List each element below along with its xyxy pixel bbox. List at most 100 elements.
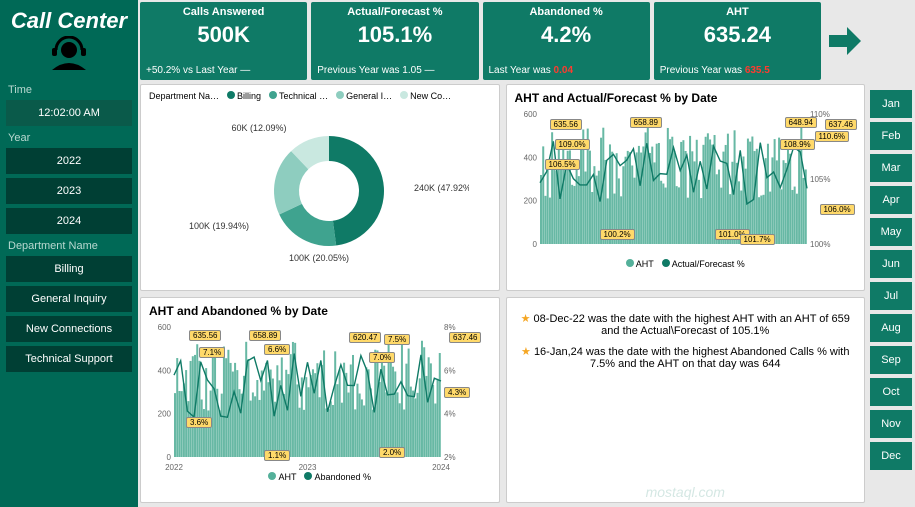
dept-button-general[interactable]: General Inquiry — [6, 286, 132, 312]
combo-chart-svg: 02004006002%4%6%8%202220232024 — [149, 322, 469, 472]
watermark: mostaql.com — [646, 484, 725, 500]
sidebar: Call Center Time 12:02:00 AM Year 2022 2… — [0, 0, 138, 507]
svg-text:8%: 8% — [444, 323, 456, 332]
combo2-legend: AHT Abandoned % — [149, 472, 491, 482]
month-button-jul[interactable]: Jul — [870, 282, 912, 310]
data-callout: 7.0% — [369, 352, 395, 363]
aht-abandoned-chart: 02004006002%4%6%8%202220232024 635.567.1… — [149, 322, 491, 472]
next-page-arrow[interactable] — [825, 2, 865, 80]
year-button-2023[interactable]: 2023 — [6, 178, 132, 204]
headset-icon — [44, 36, 94, 72]
data-callout: 108.9% — [780, 139, 815, 150]
svg-text:240K (47.92%): 240K (47.92%) — [414, 183, 469, 193]
data-callout: 101.7% — [740, 234, 775, 245]
data-callout: 4.3% — [444, 387, 470, 398]
data-callout: 2.0% — [379, 447, 405, 458]
svg-text:2022: 2022 — [165, 463, 183, 472]
data-callout: 7.5% — [384, 334, 410, 345]
kpi-calls-answered: Calls Answered 500K +50.2% vs Last Year … — [140, 2, 307, 80]
data-callout: 7.1% — [199, 347, 225, 358]
kpi-label: Abandoned % — [529, 6, 602, 18]
star-icon: ★ — [521, 346, 531, 358]
main-area: Calls Answered 500K +50.2% vs Last Year … — [138, 0, 867, 507]
data-callout: 109.0% — [555, 139, 590, 150]
svg-text:600: 600 — [523, 110, 537, 119]
month-button-oct[interactable]: Oct — [870, 378, 912, 406]
aht-forecast-card[interactable]: AHT and Actual/Forecast % by Date 020040… — [506, 84, 866, 291]
data-callout: 106.5% — [545, 159, 580, 170]
svg-text:100K (20.05%): 100K (20.05%) — [289, 253, 349, 263]
month-button-jun[interactable]: Jun — [870, 250, 912, 278]
dept-button-techsupport[interactable]: Technical Support — [6, 346, 132, 372]
insight-line: ★ 08-Dec-22 was the date with the highes… — [521, 312, 851, 337]
month-button-nov[interactable]: Nov — [870, 410, 912, 438]
donut-legend: Department Na… Billing Technical … Gener… — [149, 91, 491, 101]
svg-text:4%: 4% — [444, 409, 456, 418]
arrow-right-icon — [827, 23, 863, 59]
time-value-button[interactable]: 12:02:00 AM — [6, 100, 132, 126]
data-callout: 620.47 — [349, 332, 381, 343]
kpi-value: 105.1% — [358, 22, 433, 48]
data-callout: 635.56 — [189, 330, 221, 341]
donut-card[interactable]: Department Na… Billing Technical … Gener… — [140, 84, 500, 291]
chart-grid: Department Na… Billing Technical … Gener… — [140, 82, 865, 505]
kpi-sub: +50.2% vs Last Year — — [146, 65, 250, 76]
filter-label-time: Time — [0, 80, 138, 98]
chart-title: AHT and Abandoned % by Date — [149, 304, 491, 318]
month-button-jan[interactable]: Jan — [870, 90, 912, 118]
aht-forecast-chart: 0200400600100%105%110% 635.56109.0%106.5… — [515, 109, 857, 259]
dept-button-billing[interactable]: Billing — [6, 256, 132, 282]
svg-text:200: 200 — [523, 197, 537, 206]
svg-text:6%: 6% — [444, 366, 456, 375]
svg-text:2%: 2% — [444, 453, 456, 462]
insights-card: ★ 08-Dec-22 was the date with the highes… — [506, 297, 866, 504]
month-button-may[interactable]: May — [870, 218, 912, 246]
kpi-abandoned: Abandoned % 4.2% Last Year was 0.04 — [483, 2, 650, 80]
kpi-label: Calls Answered — [183, 6, 265, 18]
month-button-feb[interactable]: Feb — [870, 122, 912, 150]
aht-abandoned-card[interactable]: AHT and Abandoned % by Date 02004006002%… — [140, 297, 500, 504]
data-callout: 6.6% — [264, 344, 290, 355]
donut-legend-title: Department Na… — [149, 91, 219, 101]
data-callout: 3.6% — [186, 417, 212, 428]
year-button-2022[interactable]: 2022 — [6, 148, 132, 174]
data-callout: 658.89 — [630, 117, 662, 128]
svg-text:60K (12.09%): 60K (12.09%) — [231, 123, 286, 133]
filter-label-year: Year — [0, 128, 138, 146]
donut-chart: 240K (47.92%) 100K (20.05%) 100K (19.94%) 6… — [149, 101, 469, 266]
combo1-legend: AHT Actual/Forecast % — [515, 259, 857, 269]
data-callout: 1.1% — [264, 450, 290, 461]
kpi-value: 500K — [197, 22, 250, 48]
year-button-2024[interactable]: 2024 — [6, 208, 132, 234]
svg-text:2024: 2024 — [432, 463, 450, 472]
month-button-mar[interactable]: Mar — [870, 154, 912, 182]
kpi-aht: AHT 635.24 Previous Year was 635.5 — [654, 2, 821, 80]
month-button-aug[interactable]: Aug — [870, 314, 912, 342]
month-column: Jan Feb Mar Apr May Jun Jul Aug Sep Oct … — [867, 0, 915, 507]
kpi-actual-forecast: Actual/Forecast % 105.1% Previous Year w… — [311, 2, 478, 80]
data-callout: 100.2% — [600, 229, 635, 240]
month-button-dec[interactable]: Dec — [870, 442, 912, 470]
svg-text:100K (19.94%): 100K (19.94%) — [189, 221, 249, 231]
month-button-apr[interactable]: Apr — [870, 186, 912, 214]
kpi-value: 4.2% — [541, 22, 591, 48]
svg-text:105%: 105% — [810, 175, 830, 184]
svg-text:400: 400 — [158, 366, 172, 375]
svg-text:2023: 2023 — [299, 463, 317, 472]
data-callout: 106.0% — [820, 204, 855, 215]
svg-text:0: 0 — [532, 240, 537, 249]
data-callout: 110.6% — [815, 131, 850, 142]
svg-text:100%: 100% — [810, 240, 830, 249]
kpi-sub: Previous Year was 1.05 — — [317, 65, 434, 76]
kpi-row: Calls Answered 500K +50.2% vs Last Year … — [140, 2, 865, 80]
svg-text:0: 0 — [167, 453, 172, 462]
filter-label-dept: Department Name — [0, 236, 138, 254]
dept-button-newconn[interactable]: New Connections — [6, 316, 132, 342]
data-callout: 635.56 — [550, 119, 582, 130]
svg-text:600: 600 — [158, 323, 172, 332]
data-callout: 637.46 — [825, 119, 857, 130]
kpi-label: AHT — [726, 6, 749, 18]
kpi-label: Actual/Forecast % — [347, 6, 442, 18]
chart-title: AHT and Actual/Forecast % by Date — [515, 91, 857, 105]
month-button-sep[interactable]: Sep — [870, 346, 912, 374]
